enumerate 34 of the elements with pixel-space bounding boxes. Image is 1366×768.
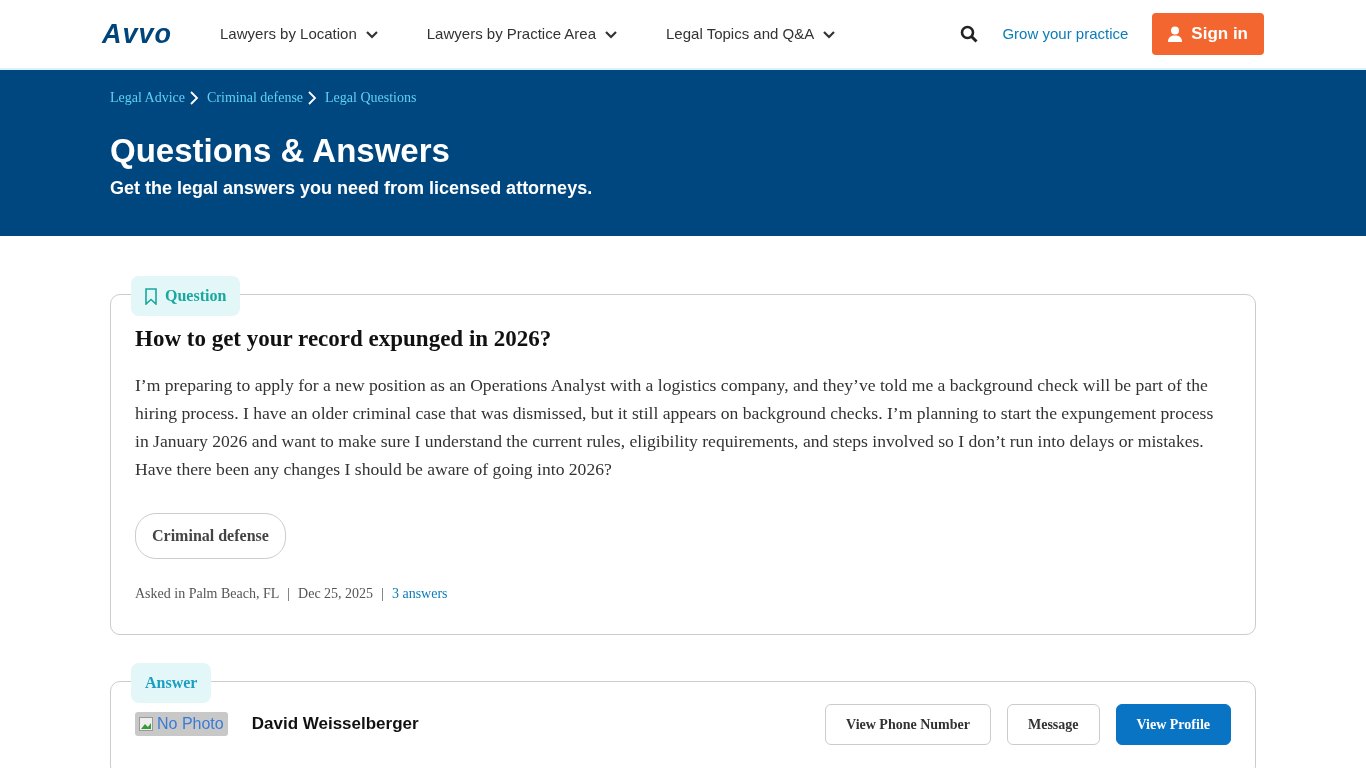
chevron-down-icon xyxy=(822,28,837,40)
chevron-down-icon xyxy=(604,28,619,40)
question-title: How to get your record expunged in 2026? xyxy=(135,325,553,353)
separator: | xyxy=(287,584,291,603)
nav-menu[interactable]: Lawyers by Practice Area xyxy=(426,22,619,46)
breadcrumb-link[interactable]: Legal Questions xyxy=(325,87,417,108)
image-alt-text: No Photo xyxy=(157,714,224,735)
grow-practice-link[interactable]: Grow your practice xyxy=(1002,22,1129,46)
lawyer-name: David Weisselberger xyxy=(251,713,419,736)
meta-text: Asked in Palm Beach, FL xyxy=(135,584,280,603)
breadcrumb-link[interactable]: Legal Advice xyxy=(110,87,186,108)
answer-label: Answer xyxy=(131,662,212,703)
person-icon xyxy=(1168,26,1183,42)
chevron-down-icon xyxy=(364,28,379,40)
question-body: I’m preparing to apply for a new position as an Operations Analyst with a logistics company, and they’ve told me a background check will be part of the hiring process. I have an older criminal case that was dismissed, but it still appears on background checks. I’m planning to start the expungement process in January 2026 and want to make sure I understand the current rules, eligibility requirements, and steps involved so I don’t run into delays or mistakes. Have there been any changes I should be aware of going into 2026? xyxy=(135,373,1215,481)
topic-tag[interactable]: Criminal defense xyxy=(135,512,286,559)
answer-action-button[interactable]: Message xyxy=(1006,703,1100,745)
broken-image-icon xyxy=(139,717,153,732)
logo[interactable]: Avvo xyxy=(102,13,173,55)
answer-action-button[interactable]: View Phone Number xyxy=(825,703,991,745)
separator: | xyxy=(381,584,384,603)
nav-menu[interactable]: Legal Topics and Q&A xyxy=(666,22,837,46)
breadcrumb-link[interactable]: Criminal defense xyxy=(207,87,304,108)
nav-menu[interactable]: Lawyers by Location xyxy=(220,22,379,46)
meta-text: Dec 25, 2025 xyxy=(298,584,374,603)
chevron-right-icon xyxy=(307,90,318,105)
chevron-right-icon xyxy=(189,90,200,105)
page-subtitle: Get the legal answers you need from licensed attorneys. xyxy=(110,176,594,200)
answers-link[interactable]: 3 answers xyxy=(391,582,448,604)
page-title: Questions & Answers xyxy=(110,131,451,171)
question-label: Question xyxy=(131,276,241,316)
search-icon xyxy=(960,25,979,43)
answer-action-button[interactable]: View Profile xyxy=(1115,703,1231,745)
bookmark-icon xyxy=(145,287,157,305)
